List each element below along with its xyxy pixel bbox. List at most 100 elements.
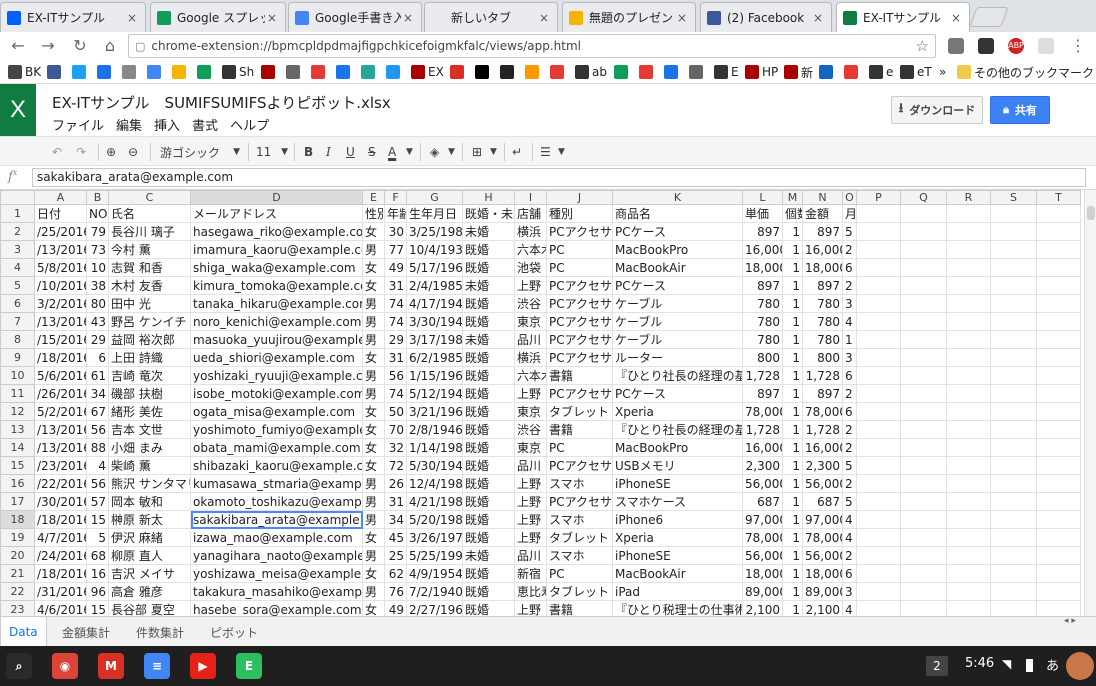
cell[interactable]: 既婚 bbox=[462, 294, 515, 313]
cell[interactable]: 4/17/1942 bbox=[406, 294, 463, 313]
cell[interactable]: yoshizaki_ryuuji@example.com bbox=[190, 366, 363, 385]
row-header[interactable]: 20 bbox=[0, 546, 35, 565]
cell[interactable] bbox=[946, 420, 991, 439]
cell[interactable]: 『ひとり社長の経理の基本』 bbox=[612, 366, 743, 385]
cell[interactable]: 2/27/1966 bbox=[406, 600, 463, 616]
cell[interactable]: 六本木 bbox=[514, 366, 547, 385]
cell[interactable] bbox=[946, 348, 991, 367]
cell[interactable] bbox=[1036, 600, 1081, 616]
cell[interactable]: 780 bbox=[742, 312, 783, 331]
cell[interactable] bbox=[990, 276, 1037, 295]
cell[interactable]: 上野 bbox=[514, 492, 547, 511]
cell[interactable]: 12/4/1989 bbox=[406, 474, 463, 493]
cell[interactable]: yoshimoto_fumiyo@example.com bbox=[190, 420, 363, 439]
cell[interactable]: 800 bbox=[742, 348, 783, 367]
cell[interactable]: 田中 光 bbox=[108, 294, 191, 313]
cell[interactable]: タブレット bbox=[546, 528, 613, 547]
column-header[interactable]: A bbox=[34, 190, 87, 205]
cell[interactable]: 76 bbox=[384, 582, 407, 601]
cell[interactable] bbox=[946, 222, 991, 241]
cell[interactable]: ueda_shiori@example.com bbox=[190, 348, 363, 367]
cell[interactable]: 1 bbox=[782, 510, 803, 529]
cell[interactable]: 東京 bbox=[514, 312, 547, 331]
cell[interactable]: 既婚 bbox=[462, 258, 515, 277]
cell[interactable]: isobe_motoki@example.com bbox=[190, 384, 363, 403]
cell[interactable]: /18/2016 bbox=[34, 510, 87, 529]
cell[interactable] bbox=[946, 474, 991, 493]
cell[interactable] bbox=[900, 438, 947, 457]
bookmark-item[interactable] bbox=[450, 63, 467, 81]
cell[interactable]: 男 bbox=[362, 330, 385, 349]
cell[interactable]: 2/4/1985 bbox=[406, 276, 463, 295]
font-size-select[interactable]: 11 ▼ bbox=[256, 142, 288, 162]
cell[interactable]: 45 bbox=[384, 528, 407, 547]
cell[interactable]: 3/30/1941 bbox=[406, 312, 463, 331]
header-cell[interactable] bbox=[900, 204, 947, 223]
cell[interactable]: 34 bbox=[86, 384, 109, 403]
cell[interactable]: 780 bbox=[802, 294, 843, 313]
bookmark-item[interactable]: BK bbox=[8, 63, 41, 81]
cell[interactable]: 56,000 bbox=[802, 546, 843, 565]
cell[interactable] bbox=[1036, 546, 1081, 565]
cell[interactable]: PCアクセサリ bbox=[546, 456, 613, 475]
cell[interactable]: 5/25/1991 bbox=[406, 546, 463, 565]
cell[interactable]: 2 bbox=[842, 546, 857, 565]
cell[interactable] bbox=[990, 312, 1037, 331]
bookmark-item[interactable] bbox=[844, 63, 861, 81]
cell[interactable]: 新宿 bbox=[514, 564, 547, 583]
header-cell[interactable]: 生年月日 bbox=[406, 204, 463, 223]
cell[interactable]: /26/2016 bbox=[34, 384, 87, 403]
cell[interactable]: imamura_kaoru@example.com bbox=[190, 240, 363, 259]
cell[interactable]: 既婚 bbox=[462, 312, 515, 331]
cell[interactable] bbox=[1036, 492, 1081, 511]
cell[interactable]: /30/2016 bbox=[34, 492, 87, 511]
cell[interactable]: 書籍 bbox=[546, 600, 613, 616]
cell[interactable]: スマホ bbox=[546, 474, 613, 493]
chevron-down-icon[interactable]: ▼ bbox=[448, 142, 455, 162]
cell[interactable]: 上野 bbox=[514, 384, 547, 403]
cell[interactable]: 上野 bbox=[514, 600, 547, 616]
cell[interactable]: takakura_masahiko@example.com bbox=[190, 582, 363, 601]
cell[interactable]: 長谷部 夏空 bbox=[108, 600, 191, 616]
cell[interactable]: PC bbox=[546, 240, 613, 259]
cell[interactable]: 2 bbox=[842, 420, 857, 439]
cell[interactable]: 10 bbox=[86, 258, 109, 277]
row-header[interactable]: 3 bbox=[0, 240, 35, 259]
cell[interactable]: 5/6/2016 bbox=[34, 366, 87, 385]
bookmark-item[interactable] bbox=[475, 63, 492, 81]
cell[interactable]: PCアクセサリ bbox=[546, 312, 613, 331]
header-cell[interactable] bbox=[1036, 204, 1081, 223]
cell[interactable]: masuoka_yuujirou@example.com bbox=[190, 330, 363, 349]
cell[interactable]: PCケース bbox=[612, 222, 743, 241]
cell[interactable] bbox=[1036, 564, 1081, 583]
star-icon[interactable]: ☆ bbox=[916, 37, 929, 55]
cell[interactable]: 5/17/1967 bbox=[406, 258, 463, 277]
cell[interactable] bbox=[900, 528, 947, 547]
cell[interactable]: 897 bbox=[802, 384, 843, 403]
cell[interactable]: 5/30/1944 bbox=[406, 456, 463, 475]
cell[interactable] bbox=[1036, 366, 1081, 385]
cell[interactable]: hasegawa_riko@example.com bbox=[190, 222, 363, 241]
cell[interactable]: 897 bbox=[742, 384, 783, 403]
cell[interactable]: 4 bbox=[842, 510, 857, 529]
cell[interactable] bbox=[900, 384, 947, 403]
cell[interactable] bbox=[900, 510, 947, 529]
cell[interactable]: 31 bbox=[384, 348, 407, 367]
cell[interactable]: 800 bbox=[802, 348, 843, 367]
row-header[interactable]: 13 bbox=[0, 420, 35, 439]
cell[interactable] bbox=[856, 294, 901, 313]
cell[interactable]: 野呂 ケンイチ bbox=[108, 312, 191, 331]
cell[interactable]: 16,000 bbox=[742, 240, 783, 259]
cell[interactable]: 3/25/1986 bbox=[406, 222, 463, 241]
cell[interactable] bbox=[900, 312, 947, 331]
cell[interactable]: PCアクセサリ bbox=[546, 348, 613, 367]
cell[interactable] bbox=[900, 222, 947, 241]
cell[interactable] bbox=[856, 492, 901, 511]
cell[interactable] bbox=[900, 348, 947, 367]
cell[interactable]: 61 bbox=[86, 366, 109, 385]
cell[interactable]: 上野 bbox=[514, 510, 547, 529]
browser-tab[interactable]: 無題のプレゼン × bbox=[562, 2, 696, 32]
cell[interactable] bbox=[990, 294, 1037, 313]
row-header[interactable]: 16 bbox=[0, 474, 35, 493]
column-header[interactable]: S bbox=[990, 190, 1037, 205]
